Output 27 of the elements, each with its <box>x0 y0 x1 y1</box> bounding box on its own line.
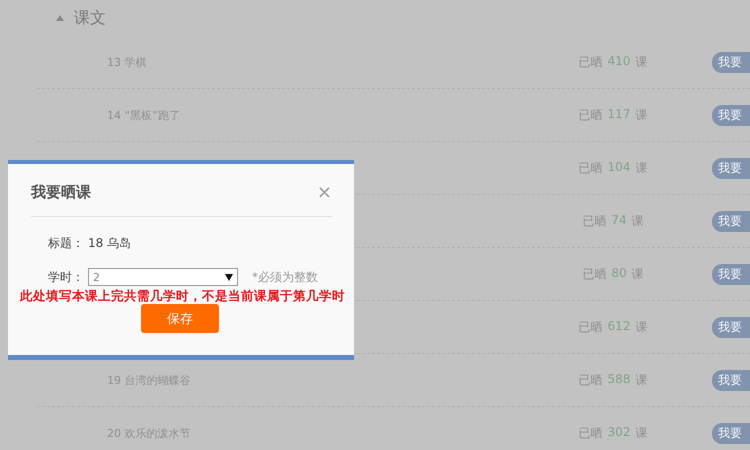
share-button[interactable]: 我要 <box>712 264 750 284</box>
count-value: 80 <box>611 266 627 282</box>
count-value: 588 <box>608 372 630 388</box>
count-value: 302 <box>608 424 630 440</box>
close-button[interactable]: × <box>316 182 332 202</box>
count-value: 612 <box>608 318 630 334</box>
field-label: 标题： <box>48 235 84 252</box>
share-button[interactable]: 我要 <box>712 370 750 390</box>
hours-dropdown[interactable]: 2 <box>88 268 238 286</box>
count-value: 104 <box>608 160 630 176</box>
share-button[interactable]: 我要 <box>712 104 750 126</box>
share-button[interactable]: 我要 <box>712 422 750 444</box>
share-button[interactable]: 我要 <box>712 210 750 232</box>
collapse-icon[interactable] <box>56 15 64 21</box>
save-button[interactable]: 保存 <box>141 304 219 333</box>
warning-text: 此处填写本课上完共需几学时，不是当前课属于第几学时 <box>20 288 345 305</box>
field-value: 18 乌岛 <box>88 235 132 252</box>
share-button[interactable]: 我要 <box>712 52 750 72</box>
count-value: 117 <box>608 106 630 122</box>
share-button[interactable]: 我要 <box>712 158 750 178</box>
count-value: 74 <box>611 212 627 228</box>
section-title: 课文 <box>74 8 106 28</box>
dialog-title: 我要晒课 <box>31 182 91 202</box>
share-button[interactable]: 我要 <box>712 316 750 338</box>
field-label: 学时： <box>48 268 84 286</box>
count-value: 410 <box>608 54 630 70</box>
hint-text: *必须为整数 <box>252 268 318 286</box>
